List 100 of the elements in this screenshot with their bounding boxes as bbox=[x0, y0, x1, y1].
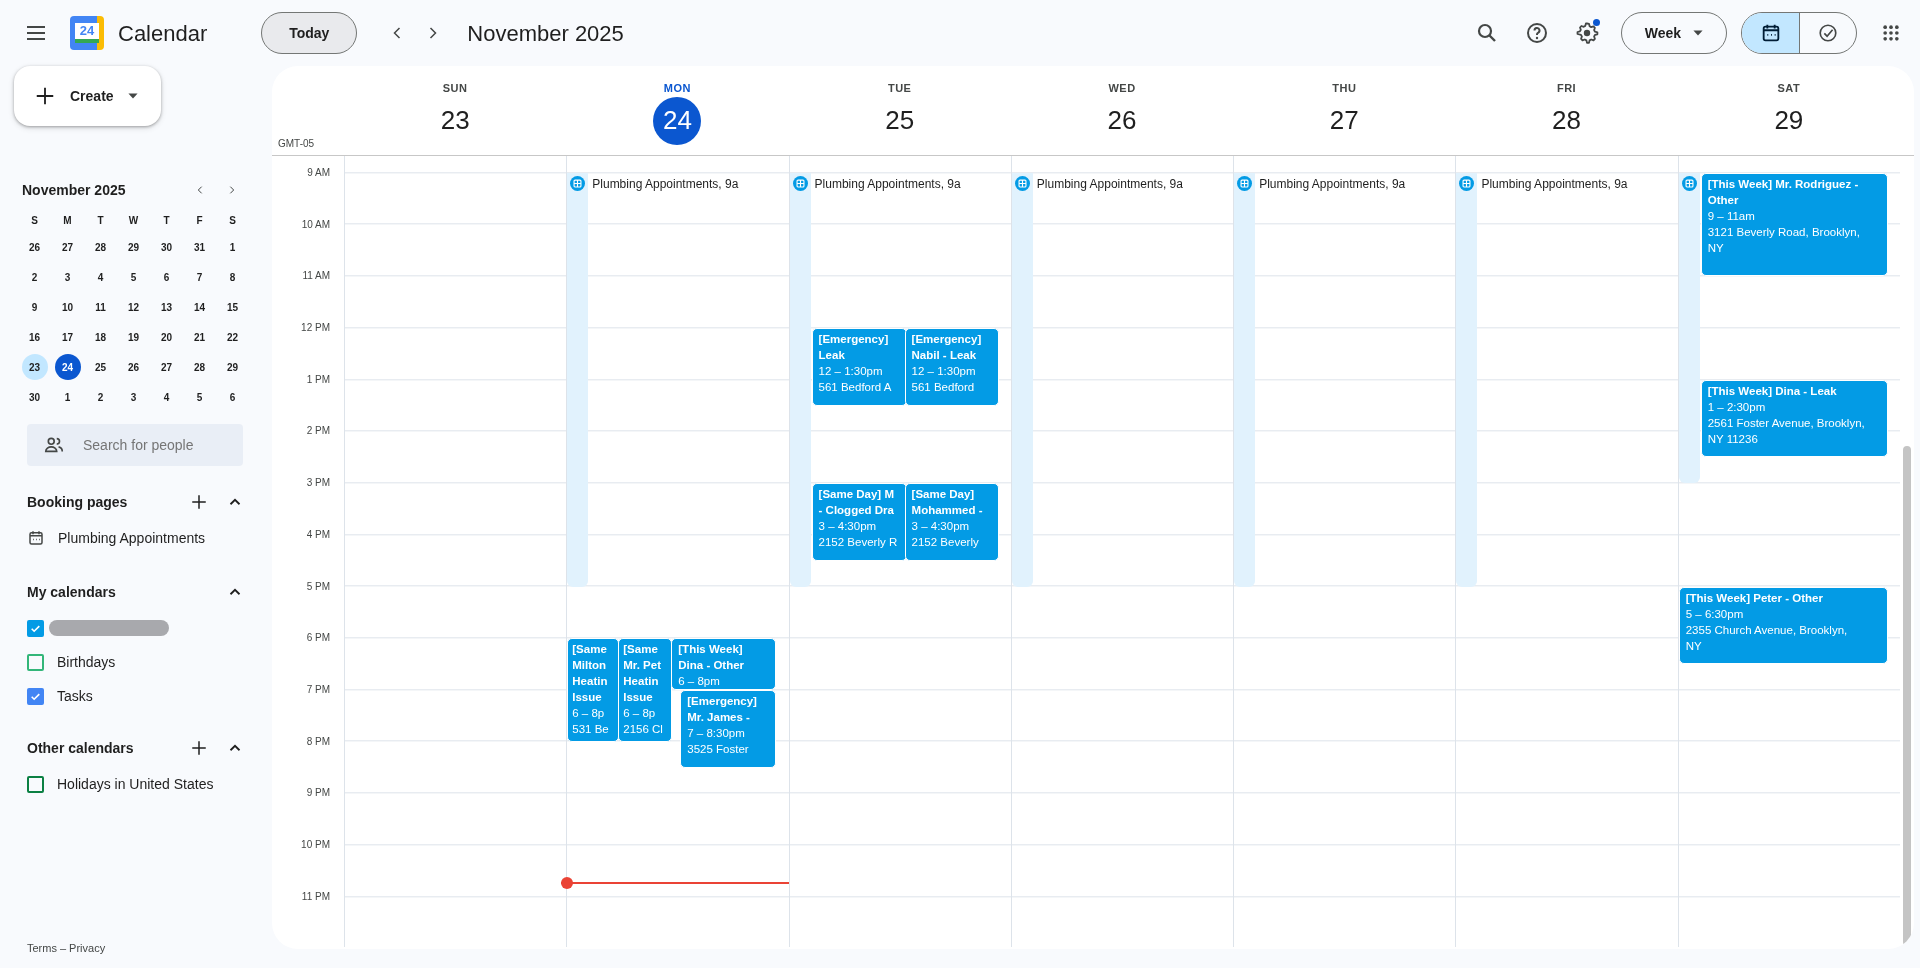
mini-calendar-day[interactable]: 23 bbox=[21, 354, 48, 380]
day-name: MON bbox=[663, 81, 691, 96]
day-column[interactable]: Plumbing Appointments, 9a bbox=[1233, 156, 1456, 947]
mini-calendar-day[interactable]: 4 bbox=[153, 384, 180, 410]
mini-calendar-day[interactable]: 22 bbox=[219, 324, 246, 350]
booking-slot[interactable] bbox=[1678, 173, 1700, 484]
day-column[interactable]: Plumbing Appointments, 9a bbox=[1010, 156, 1234, 947]
mini-calendar-day[interactable]: 9 bbox=[21, 294, 48, 320]
booking-slot-label[interactable]: Plumbing Appointments, 9a bbox=[592, 175, 739, 193]
mini-calendar-day[interactable]: 29 bbox=[219, 354, 246, 380]
hour-label: 7 PM bbox=[306, 683, 330, 695]
mini-calendar-day[interactable]: 24 bbox=[54, 354, 81, 380]
mini-calendar-day[interactable]: 5 bbox=[120, 264, 147, 290]
people-search-field[interactable]: Search for people bbox=[27, 424, 243, 466]
today-button[interactable]: Today bbox=[261, 12, 358, 54]
event-title: [Same Day] Mohammed - bbox=[911, 487, 984, 519]
mini-calendar-day[interactable]: 17 bbox=[54, 324, 81, 350]
mini-calendar-day[interactable]: 3 bbox=[120, 384, 147, 410]
booking-slot-label[interactable]: Plumbing Appointments, 9a bbox=[814, 175, 961, 193]
checkbox[interactable] bbox=[27, 687, 44, 705]
day-column[interactable] bbox=[1677, 156, 1900, 947]
mini-calendar-day[interactable]: 30 bbox=[21, 384, 48, 410]
mini-calendar-day[interactable]: 13 bbox=[153, 294, 180, 320]
weekday-label: T bbox=[162, 214, 171, 228]
day-number[interactable]: 23 bbox=[431, 96, 480, 145]
mini-calendar-day[interactable]: 3 bbox=[54, 264, 81, 290]
plus-icon bbox=[34, 85, 56, 107]
mini-calendar-day[interactable]: 1 bbox=[54, 384, 81, 410]
footer-link[interactable]: Terms bbox=[27, 939, 57, 956]
event-title: [Same Milton Heatin Issue bbox=[572, 642, 609, 706]
event-time: 6 – 8pm bbox=[678, 674, 721, 689]
checkbox[interactable] bbox=[27, 775, 44, 793]
mini-calendar-day[interactable]: 28 bbox=[186, 354, 213, 380]
hour-label: 8 PM bbox=[306, 735, 330, 747]
mini-calendar-day[interactable]: 26 bbox=[120, 354, 147, 380]
mini-calendar-month: November 2025 bbox=[22, 180, 126, 200]
day-number[interactable]: 26 bbox=[1098, 96, 1146, 145]
mini-calendar-day[interactable]: 2 bbox=[87, 384, 114, 410]
checkbox[interactable] bbox=[27, 619, 44, 637]
hour-label: 10 AM bbox=[301, 218, 330, 230]
day-column[interactable]: Plumbing Appointments, 9a bbox=[1455, 156, 1678, 947]
booking-grid-icon bbox=[1014, 176, 1030, 191]
caret-icon bbox=[127, 91, 138, 101]
hour-label: 9 AM bbox=[307, 167, 330, 178]
mini-calendar-day[interactable]: 16 bbox=[21, 324, 48, 350]
event-time: 9 – 11am bbox=[1707, 209, 1756, 224]
checkbox[interactable] bbox=[27, 653, 44, 671]
mini-calendar-day[interactable]: 8 bbox=[219, 264, 246, 290]
create-button[interactable]: Create bbox=[14, 66, 161, 126]
mini-calendar-day[interactable]: 19 bbox=[120, 324, 147, 350]
booking-slot-label[interactable]: Plumbing Appointments, 9a bbox=[1481, 175, 1628, 193]
mini-calendar-day[interactable]: 2 bbox=[21, 264, 48, 290]
event-title: [Same Mr. Pet Heatin Issue bbox=[623, 642, 662, 706]
hour-label: 3 PM bbox=[306, 477, 330, 489]
footer-link[interactable]: Privacy bbox=[69, 939, 106, 956]
mini-calendar-day[interactable]: 4 bbox=[87, 264, 114, 290]
day-number[interactable]: 25 bbox=[875, 96, 924, 145]
booking-grid-icon bbox=[792, 176, 808, 191]
mini-calendar-day[interactable]: 12 bbox=[120, 294, 147, 320]
booking-slot-label[interactable]: Plumbing Appointments, 9a bbox=[1259, 175, 1406, 193]
mini-calendar-day[interactable]: 25 bbox=[87, 354, 114, 380]
day-number[interactable]: 28 bbox=[1542, 96, 1591, 145]
help-icon bbox=[1525, 21, 1549, 45]
day-number[interactable]: 29 bbox=[1764, 96, 1813, 145]
mini-calendar-day[interactable]: 27 bbox=[153, 354, 180, 380]
hour-label: 1 PM bbox=[306, 373, 330, 385]
mini-calendar-day[interactable]: 28 bbox=[87, 234, 114, 260]
booking-page-link[interactable]: Plumbing Appointments bbox=[58, 527, 206, 549]
day-number[interactable]: 27 bbox=[1320, 96, 1369, 145]
section-title: My calendars bbox=[27, 582, 116, 602]
hour-label: 2 PM bbox=[306, 425, 330, 437]
mini-calendar-day[interactable]: 10 bbox=[54, 294, 81, 320]
mini-calendar-day[interactable]: 7 bbox=[186, 264, 213, 290]
section-title: Booking pages bbox=[27, 492, 128, 512]
event-time: 5 – 6:30pm bbox=[1685, 606, 1745, 622]
mini-calendar-day[interactable]: 30 bbox=[153, 234, 180, 260]
booking-slot-label[interactable]: Plumbing Appointments, 9a bbox=[1036, 175, 1183, 193]
mini-calendar-day[interactable]: 14 bbox=[186, 294, 213, 320]
mini-calendar-day[interactable]: 29 bbox=[120, 234, 147, 260]
mini-calendar-day[interactable]: 6 bbox=[219, 384, 246, 410]
day-number[interactable]: 24 bbox=[653, 96, 702, 145]
mini-calendar-day[interactable]: 15 bbox=[219, 294, 246, 320]
mini-calendar-day[interactable]: 26 bbox=[21, 234, 48, 260]
weekday-label: W bbox=[127, 214, 140, 228]
event-title: [This Week] Peter - Other bbox=[1685, 590, 1824, 606]
timezone-label: GMT-05 bbox=[277, 137, 316, 151]
day-column[interactable] bbox=[788, 156, 1011, 947]
weekday-label: S bbox=[228, 214, 237, 228]
mini-calendar-day[interactable]: 6 bbox=[153, 264, 180, 290]
mini-calendar-day[interactable]: 18 bbox=[87, 324, 114, 350]
mini-calendar-day[interactable]: 20 bbox=[153, 324, 180, 350]
mini-calendar-day[interactable]: 31 bbox=[186, 234, 213, 260]
mini-calendar-day[interactable]: 5 bbox=[186, 384, 213, 410]
calendar-view-button[interactable] bbox=[1742, 13, 1799, 53]
mini-calendar-day[interactable]: 1 bbox=[219, 234, 246, 260]
calendar-logo: 24 bbox=[70, 16, 104, 50]
mini-calendar-day[interactable]: 21 bbox=[186, 324, 213, 350]
weekday-label: M bbox=[62, 214, 73, 228]
mini-calendar-day[interactable]: 27 bbox=[54, 234, 81, 260]
mini-calendar-day[interactable]: 11 bbox=[87, 294, 114, 320]
